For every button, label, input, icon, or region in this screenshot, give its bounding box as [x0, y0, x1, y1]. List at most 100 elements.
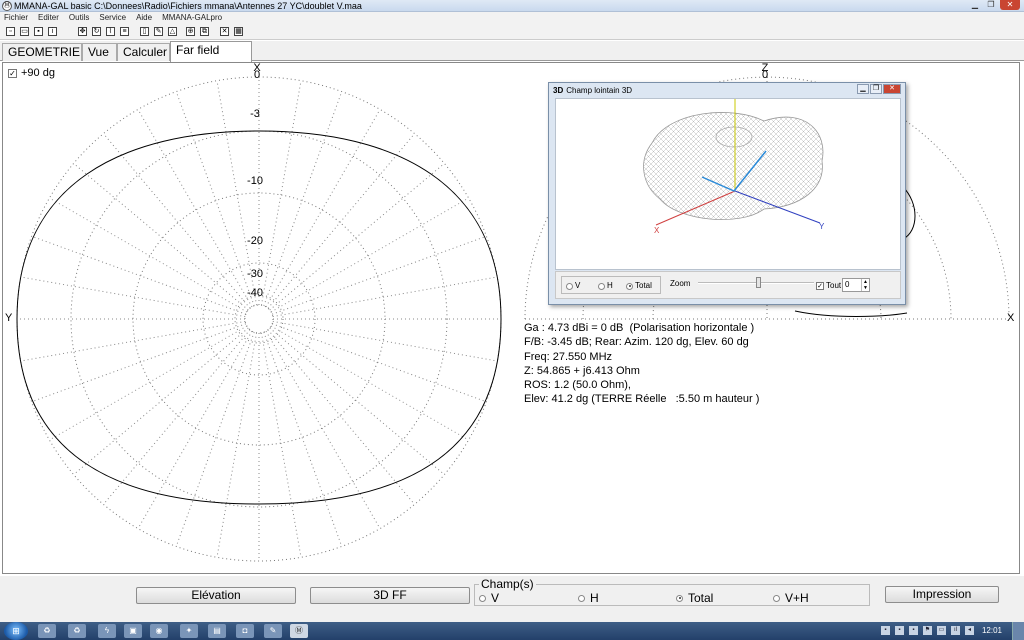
3d-radio-h[interactable]: H — [598, 281, 613, 291]
new-icon[interactable]: ▫ — [6, 27, 15, 36]
start-button[interactable]: ⊞ — [4, 622, 28, 640]
chrome-icon[interactable]: ◉ — [150, 624, 168, 638]
spark-icon[interactable]: ✦ — [180, 624, 198, 638]
polar-grid-spoke — [263, 331, 343, 547]
menu-mmana-galpro[interactable]: MMANA-GALpro — [162, 12, 222, 24]
menu-editer[interactable]: Editer — [38, 12, 59, 24]
close-icon[interactable]: ✕ — [1000, 0, 1020, 10]
mmana-icon[interactable]: Ⓜ — [290, 624, 308, 638]
elevation-button[interactable]: Elévation — [136, 587, 296, 604]
save-icon[interactable]: ▪ — [34, 27, 43, 36]
champ-radio-h[interactable]: H — [578, 591, 599, 605]
display-icon[interactable]: ▭ — [937, 626, 946, 635]
polar-grid-spoke — [263, 91, 343, 307]
camera-icon[interactable]: ◘ — [236, 624, 254, 638]
triangle-icon[interactable]: △ — [168, 27, 177, 36]
plus90-checkbox[interactable]: ✓ +90 dg — [8, 67, 55, 79]
minimize-icon[interactable]: ▁ — [968, 0, 982, 10]
tout-checkbox[interactable]: ✓ Tout — [816, 281, 841, 291]
radio-total-label: Total — [635, 281, 652, 290]
recycle-bin-icon[interactable]: ♻ — [38, 624, 56, 638]
champ-radio-vh-label: V+H — [785, 591, 809, 605]
app-icon[interactable]: Ⓜ — [2, 1, 12, 11]
network-icon[interactable]: ıl — [951, 626, 960, 635]
radio-total-icon[interactable] — [626, 282, 633, 290]
polar-grid-ring — [132, 192, 386, 446]
tout-check-icon[interactable]: ✓ — [816, 282, 824, 290]
open-icon[interactable]: ▭ — [20, 27, 29, 36]
radio-v-label: V — [575, 281, 581, 290]
polar-grid-ring — [234, 294, 284, 344]
zoom-slider[interactable] — [698, 277, 814, 288]
copy-icon[interactable]: ⧉ — [200, 27, 209, 36]
polar-grid-spoke — [265, 330, 381, 529]
spinner-arrows-icon[interactable]: ▲ ▼ — [861, 279, 869, 291]
polar-grid-spoke — [267, 133, 415, 309]
radio-h-icon[interactable] — [598, 282, 605, 290]
menu-aide[interactable]: Aide — [136, 12, 152, 24]
champ-radio-total[interactable]: Total — [676, 591, 713, 605]
flash-icon[interactable]: ϟ — [98, 624, 116, 638]
minimize-icon[interactable]: ▁ — [857, 84, 869, 94]
3d-ff-button[interactable]: 3D FF — [310, 587, 470, 604]
menu-outils[interactable]: Outils — [69, 12, 89, 24]
polar-grid-spoke — [103, 133, 251, 309]
zoom-slider-thumb[interactable] — [756, 277, 761, 288]
calc-icon[interactable]: ▦ — [234, 27, 243, 36]
tools-icon[interactable]: ✕ — [220, 27, 229, 36]
flag-icon[interactable]: ⚑ — [923, 626, 932, 635]
3d-radio-total[interactable]: Total — [626, 281, 652, 291]
polar-grid-ring — [244, 304, 274, 334]
polar-grid-ring — [16, 76, 502, 562]
show-desktop-button[interactable] — [1012, 622, 1024, 640]
volume-icon[interactable]: ◂ — [965, 626, 974, 635]
tray-icon[interactable]: ▪ — [909, 626, 918, 635]
champ-radio-v[interactable]: V — [479, 591, 499, 605]
close-icon[interactable]: ✕ — [883, 84, 901, 94]
tray-icon[interactable]: ▪ — [895, 626, 904, 635]
maximize-icon[interactable]: ❐ — [984, 0, 998, 10]
wire-icon[interactable]: ⌇ — [106, 27, 115, 36]
ring-label-30: -30 — [247, 268, 263, 280]
polar-grid-spoke — [137, 109, 253, 308]
champ-radio-h-icon[interactable] — [578, 594, 585, 602]
explorer-icon[interactable]: ▣ — [124, 624, 142, 638]
elevation-line: Elev: 41.2 dg (TERRE Réelle :5.50 m haut… — [524, 393, 760, 406]
polar-grid-spoke — [271, 235, 487, 315]
results-readout: Ga : 4.73 dBi = 0 dB (Polarisation horiz… — [524, 321, 759, 407]
editor-icon[interactable]: ✎ — [264, 624, 282, 638]
champ-radio-vh-icon[interactable] — [773, 594, 780, 602]
tab-vue[interactable]: Vue — [82, 43, 117, 61]
plus90-check-icon[interactable]: ✓ — [8, 68, 17, 78]
3d-view[interactable]: X Y — [555, 98, 901, 270]
tab-geometrie[interactable]: GEOMETRIE — [2, 43, 82, 61]
polar-grid-spoke — [73, 327, 249, 475]
tab-far-field-plots[interactable]: Far field plots — [170, 41, 252, 74]
zoom-spinner[interactable]: 0 ▲ ▼ — [842, 278, 870, 292]
polar-grid-spoke — [49, 325, 248, 441]
table-icon[interactable]: ≡ — [120, 27, 129, 36]
target-icon[interactable]: ⊕ — [186, 27, 195, 36]
move-icon[interactable]: ✥ — [78, 27, 87, 36]
impedance-line: Z: 54.865 + j6.413 Ohm — [524, 364, 640, 377]
champ-radio-vh[interactable]: V+H — [773, 591, 809, 605]
info-icon[interactable]: i — [48, 27, 57, 36]
window-controls: ▁ ❐ ✕ — [968, 0, 1020, 11]
tray-icon[interactable]: ▪ — [881, 626, 890, 635]
tab-calculer[interactable]: Calculer — [117, 43, 170, 61]
3d-mesh-lobe — [643, 112, 824, 220]
menu-service[interactable]: Service — [99, 12, 126, 24]
print-button[interactable]: Impression — [885, 586, 999, 603]
champ-radio-v-icon[interactable] — [479, 594, 486, 602]
rotate-icon[interactable]: ↻ — [92, 27, 101, 36]
maximize-icon[interactable]: ❐ — [870, 84, 882, 94]
radio-v-icon[interactable] — [566, 282, 573, 290]
page-icon[interactable]: ▯ — [140, 27, 149, 36]
champ-radio-total-icon[interactable] — [676, 594, 683, 602]
menu-fichier[interactable]: Fichier — [4, 12, 28, 24]
recycle-bin-icon[interactable]: ♻ — [68, 624, 86, 638]
edit-icon[interactable]: ✎ — [154, 27, 163, 36]
window-3d-far-field[interactable]: 3D Champ lointain 3D ▁ ❐ ✕ X Y V H Total… — [548, 82, 906, 305]
3d-radio-v[interactable]: V — [566, 281, 580, 291]
pictures-icon[interactable]: ▤ — [208, 624, 226, 638]
